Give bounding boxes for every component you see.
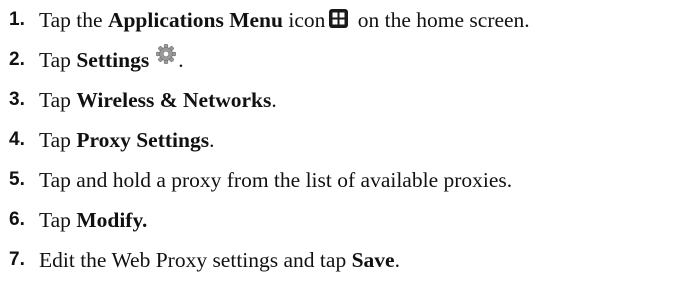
step-text-bold: Applications Menu	[107, 8, 283, 32]
step-1: 1. Tap the Applications Menu icon on the…	[0, 0, 694, 40]
step-text-plain: Tap	[39, 48, 77, 72]
step-text-bold: Wireless & Networks	[76, 88, 272, 112]
settings-gear-icon	[156, 44, 177, 64]
step-number: 3.	[9, 89, 25, 110]
step-7: 7. Edit the Web Proxy settings and tap S…	[0, 240, 694, 280]
step-text-bold: Settings	[76, 48, 150, 72]
step-number: 6.	[9, 209, 25, 230]
step-text-plain: Tap the	[39, 8, 108, 32]
step-number: 5.	[9, 169, 25, 190]
step-text-plain: .	[271, 88, 277, 112]
step-text-plain: .	[178, 48, 184, 72]
step-text-plain: Tap and hold a proxy from the list of av…	[39, 168, 513, 192]
step-number: 2.	[9, 49, 25, 70]
step-6: 6. Tap Modify.	[0, 200, 694, 240]
step-text-plain: Edit the Web Proxy settings and tap	[39, 248, 352, 272]
step-4: 4. Tap Proxy Settings.	[0, 120, 694, 160]
step-text-bold: Modify.	[76, 208, 148, 232]
step-text-plain: Tap	[39, 208, 77, 232]
step-text: Tap and hold a proxy from the list of av…	[39, 160, 512, 200]
step-text: Tap Wireless & Networks.	[39, 80, 277, 120]
step-text: Edit the Web Proxy settings and tap Save…	[39, 240, 400, 280]
step-text-plain: Tap	[39, 88, 77, 112]
step-text-plain: Tap	[39, 128, 77, 152]
step-2: 2. Tap Settings .	[0, 40, 694, 80]
step-text: Tap Modify.	[39, 200, 147, 240]
step-text-plain: icon	[282, 8, 326, 32]
step-number: 1.	[9, 9, 25, 30]
step-text-bold: Save	[351, 248, 395, 272]
step-3: 3. Tap Wireless & Networks.	[0, 80, 694, 120]
step-text: Tap Settings .	[39, 40, 184, 80]
instruction-steps-list: 1. Tap the Applications Menu icon on the…	[0, 0, 694, 280]
step-number: 7.	[9, 249, 25, 270]
step-text: Tap Proxy Settings.	[39, 120, 214, 160]
step-text-plain: on the home screen.	[352, 8, 530, 32]
step-5: 5. Tap and hold a proxy from the list of…	[0, 160, 694, 200]
step-text-plain: .	[394, 248, 400, 272]
step-text-bold: Proxy Settings	[76, 128, 210, 152]
applications-menu-icon	[329, 9, 349, 28]
step-number: 4.	[9, 129, 25, 150]
step-text: Tap the Applications Menu icon on the ho…	[39, 0, 530, 40]
step-text-plain: .	[209, 128, 215, 152]
